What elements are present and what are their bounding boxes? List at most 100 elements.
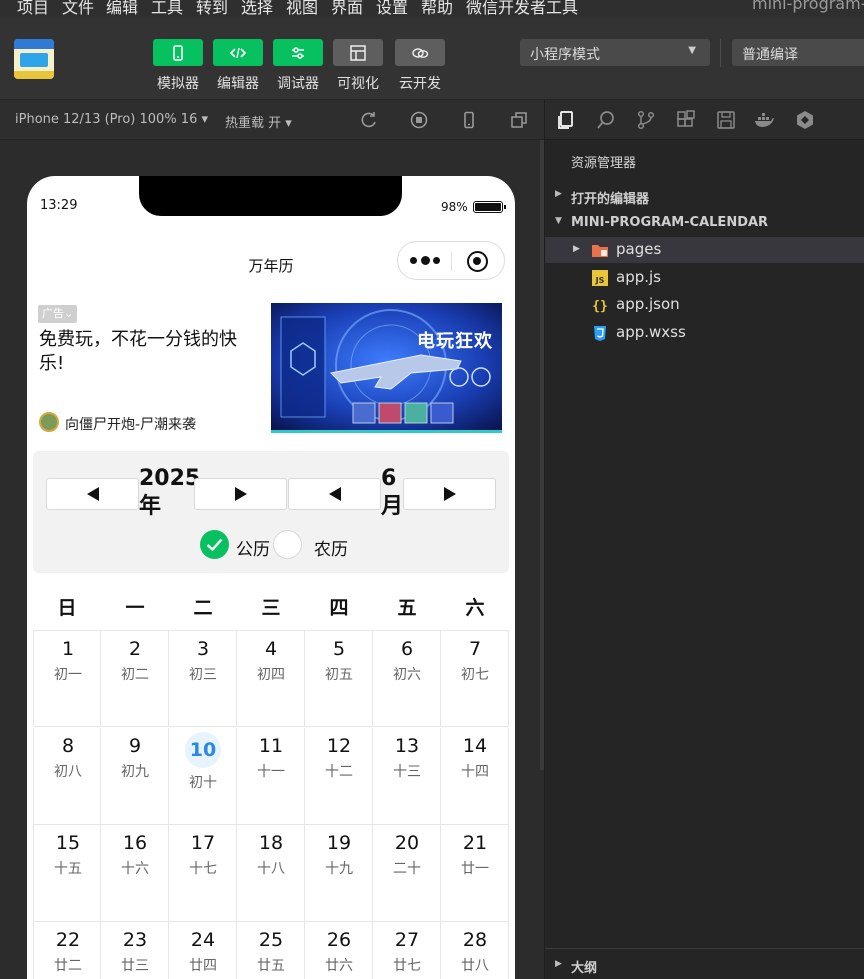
next-month-button[interactable] — [403, 478, 496, 510]
day-number: 28 — [462, 929, 488, 951]
device-select[interactable]: iPhone 12/13 (Pro) 100% 16 ▾ — [15, 112, 208, 127]
calendar-day-cell[interactable]: 9 初九 — [101, 728, 169, 825]
menu-file[interactable]: 文件 — [62, 0, 94, 18]
status-time: 13:29 — [40, 198, 78, 213]
calendar-day-cell[interactable]: 7 初七 — [441, 630, 509, 727]
menu-view[interactable]: 视图 — [286, 0, 318, 18]
calendar-day-cell[interactable]: 21 廿一 — [441, 825, 509, 922]
calendar-day-cell[interactable]: 16 十六 — [101, 825, 169, 922]
calendar-day-cell[interactable]: 12 十二 — [305, 728, 373, 825]
tree-item-app-js[interactable]: JS app.js — [545, 265, 864, 291]
project-label: MINI-PROGRAM-CALENDAR — [571, 215, 769, 230]
calendar-day-cell[interactable]: 25 廿五 — [237, 922, 305, 979]
menu-wechat-devtools[interactable]: 微信开发者工具 — [466, 0, 578, 18]
day-number: 23 — [122, 929, 148, 951]
calendar-day-cell[interactable]: 1 初一 — [33, 630, 101, 727]
refresh-icon[interactable] — [359, 110, 379, 130]
cloud-dev-button[interactable] — [395, 39, 445, 66]
lunar-calendar-radio[interactable] — [273, 530, 302, 559]
tree-item-app-wxss[interactable]: app.wxss — [545, 320, 864, 346]
device-phone-icon[interactable] — [459, 110, 479, 130]
lunar-date: 初八 — [54, 764, 82, 780]
calendar-day-cell[interactable]: 28 廿八 — [441, 922, 509, 979]
menu-edit[interactable]: 编辑 — [106, 0, 138, 18]
day-number: 5 — [332, 638, 346, 660]
save-icon[interactable] — [715, 109, 737, 131]
calendar-day-cell[interactable]: 22 廿二 — [33, 922, 101, 979]
calendar-day-cell[interactable]: 8 初八 — [33, 728, 101, 825]
compile-select-value: 普通编译 — [742, 47, 798, 63]
calendar-day-cell[interactable]: 3 初三 — [169, 630, 237, 727]
calendar-day-cell[interactable]: 20 二十 — [373, 825, 441, 922]
day-number: 24 — [190, 929, 216, 951]
stop-icon[interactable] — [409, 110, 429, 130]
calendar-day-cell[interactable]: 6 初六 — [373, 630, 441, 727]
menu-tools[interactable]: 工具 — [151, 0, 183, 18]
devtools-window: 项目 文件 编辑 工具 转到 选择 视图 界面 设置 帮助 微信开发者工具 mi… — [0, 0, 864, 979]
calendar-day-cell[interactable]: 27 廿七 — [373, 922, 441, 979]
menu-goto[interactable]: 转到 — [196, 0, 228, 18]
ad-image[interactable]: 电玩狂欢 — [271, 303, 502, 433]
outline-label: 大纲 — [571, 961, 598, 976]
calendar-day-cell[interactable]: 15 十五 — [33, 825, 101, 922]
visual-toggle-button[interactable] — [333, 39, 383, 66]
tree-item-pages[interactable]: ▶ pages — [545, 237, 864, 263]
menu-interface[interactable]: 界面 — [331, 0, 363, 18]
calendar-day-cell[interactable]: 4 初四 — [237, 630, 305, 727]
menu-select[interactable]: 选择 — [241, 0, 273, 18]
calendar-day-cell[interactable]: 24 廿四 — [169, 922, 237, 979]
open-editors-section[interactable]: ▶ 打开的编辑器 — [545, 183, 864, 209]
search-icon[interactable] — [595, 109, 617, 131]
source-control-icon[interactable] — [635, 109, 657, 131]
menu-project[interactable]: 项目 — [17, 0, 49, 18]
detach-window-icon[interactable] — [509, 110, 529, 130]
ad-headline[interactable]: 免费玩，不花一分钱的快乐! — [39, 328, 257, 376]
lunar-date: 十九 — [325, 861, 353, 877]
prev-month-button[interactable] — [288, 478, 381, 510]
menu-help[interactable]: 帮助 — [421, 0, 453, 18]
mode-select[interactable]: 小程序模式 ▼ — [520, 39, 710, 66]
calendar-day-cell[interactable]: 5 初五 — [305, 630, 373, 727]
prev-year-button[interactable] — [46, 478, 139, 510]
tree-item-app-json[interactable]: {} app.json — [545, 292, 864, 318]
calendar-day-cell[interactable]: 17 十七 — [169, 825, 237, 922]
menu-settings[interactable]: 设置 — [376, 0, 408, 18]
compile-select[interactable]: 普通编译 — [732, 39, 864, 66]
simulator-toggle-button[interactable] — [153, 39, 203, 66]
project-logo[interactable] — [14, 39, 54, 79]
calendar-day-cell[interactable]: 11 十一 — [237, 728, 305, 825]
calendar-day-cell[interactable]: 23 廿三 — [101, 922, 169, 979]
docker-icon[interactable] — [753, 109, 775, 131]
project-section[interactable]: ▼ MINI-PROGRAM-CALENDAR — [545, 210, 864, 236]
calendar-day-cell[interactable]: 19 十九 — [305, 825, 373, 922]
calendar-day-cell[interactable]: 26 廿六 — [305, 922, 373, 979]
day-number: 21 — [462, 832, 488, 854]
extensions-icon[interactable] — [675, 109, 697, 131]
ad-badge[interactable]: 广告⌄ — [38, 305, 78, 323]
solar-calendar-label[interactable]: 公历 — [236, 535, 270, 560]
close-miniprogram-icon[interactable] — [467, 251, 488, 272]
calendar-day-cell[interactable]: 2 初二 — [101, 630, 169, 727]
plugin-icon[interactable] — [794, 109, 816, 131]
calendar-day-cell[interactable]: 18 十八 — [237, 825, 305, 922]
arrow-right-icon — [443, 487, 456, 501]
lunar-date: 廿五 — [257, 958, 285, 974]
solar-calendar-radio[interactable] — [200, 530, 229, 559]
debugger-toggle-button[interactable] — [273, 39, 323, 66]
arrow-left-icon — [86, 487, 99, 501]
phone-screen: 13:29 98% 万年历 广告⌄ 免费玩，不花一分钱的快乐! 向僵尸开炮-尸潮… — [27, 176, 515, 979]
lunar-calendar-label[interactable]: 农历 — [314, 535, 348, 560]
outline-section[interactable]: ▶ 大纲 — [545, 948, 864, 979]
lunar-date: 廿三 — [121, 958, 149, 974]
simulator-header: iPhone 12/13 (Pro) 100% 16 ▾ 热重载 开 ▾ — [0, 100, 544, 140]
more-options-icon[interactable] — [410, 252, 442, 268]
files-icon[interactable] — [555, 109, 577, 131]
ad-source-avatar — [39, 412, 59, 432]
next-year-button[interactable] — [194, 478, 287, 510]
calendar-day-cell[interactable]: 13 十三 — [373, 728, 441, 825]
hot-reload-toggle[interactable]: 热重载 开 ▾ — [225, 112, 292, 131]
ad-source-name[interactable]: 向僵尸开炮-尸潮来袭 — [65, 414, 196, 434]
calendar-day-cell[interactable]: 10 初十 — [169, 728, 237, 825]
editor-toggle-button[interactable] — [213, 39, 263, 66]
calendar-day-cell[interactable]: 14 十四 — [441, 728, 509, 825]
